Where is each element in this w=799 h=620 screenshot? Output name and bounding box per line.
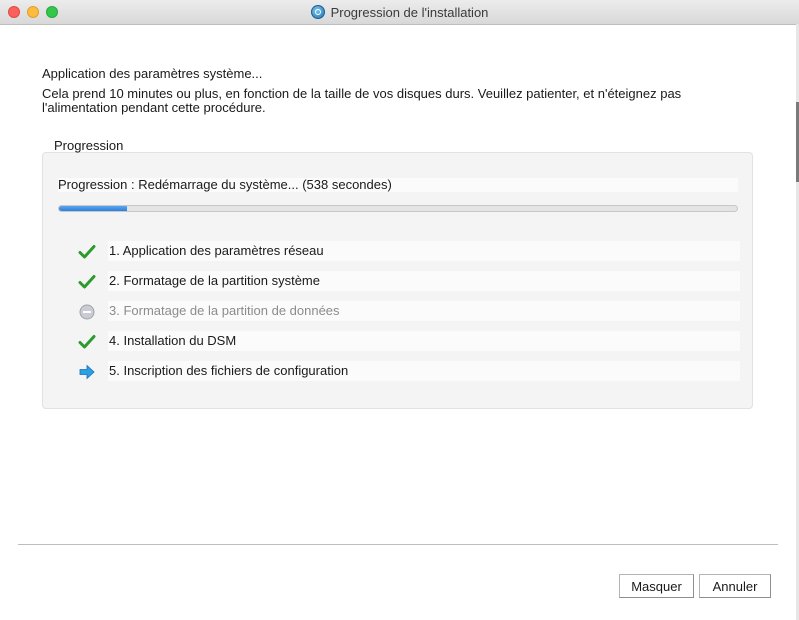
progress-bar-fill — [59, 206, 127, 211]
step-item-2: 2. Formatage de la partition système — [78, 271, 740, 291]
step-item-4: 4. Installation du DSM — [78, 331, 740, 351]
window-title-wrap: Progression de l'installation — [0, 0, 799, 24]
progress-group-label: Progression — [54, 138, 124, 153]
step-label: 4. Installation du DSM — [108, 331, 740, 351]
page-heading: Application des paramètres système... — [42, 66, 263, 81]
footer-divider — [18, 544, 778, 545]
step-label: 5. Inscription des fichiers de configura… — [108, 361, 740, 381]
progress-bar — [58, 205, 738, 212]
step-item-3: 3. Formatage de la partition de données — [78, 301, 740, 321]
synology-assistant-icon — [310, 5, 325, 19]
progress-status-text: Progression : Redémarrage du système... … — [58, 178, 738, 192]
title-bar: Progression de l'installation — [0, 0, 799, 25]
step-item-5: 5. Inscription des fichiers de configura… — [78, 361, 740, 381]
checkmark-icon — [78, 335, 96, 349]
checkmark-icon — [78, 245, 96, 259]
minus-circle-icon — [79, 304, 95, 320]
step-label: 1. Application des paramètres réseau — [108, 241, 740, 261]
step-item-1: 1. Application des paramètres réseau — [78, 241, 740, 261]
step-label: 3. Formatage de la partition de données — [108, 301, 740, 321]
arrow-right-icon — [79, 364, 95, 380]
hide-button[interactable]: Masquer — [619, 574, 694, 598]
checkmark-icon — [78, 275, 96, 289]
step-label: 2. Formatage de la partition système — [108, 271, 740, 291]
cancel-button[interactable]: Annuler — [699, 574, 771, 598]
page-description: Cela prend 10 minutes ou plus, en foncti… — [42, 86, 682, 115]
window-title: Progression de l'installation — [330, 4, 489, 20]
